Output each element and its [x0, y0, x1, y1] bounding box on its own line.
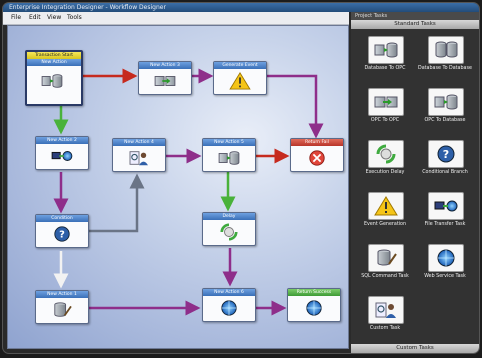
node-title: Return Fail — [291, 139, 343, 146]
tool-label: OPC To OPC — [370, 118, 400, 123]
node-title: Generate Event — [214, 62, 266, 69]
database-to-opc-icon — [374, 40, 398, 60]
node-new-action-4[interactable]: New Action 4 — [112, 138, 166, 172]
conditional-branch-icon — [50, 225, 74, 243]
edge-condition-to-action4 — [88, 173, 145, 233]
menu-view[interactable]: View — [47, 12, 61, 24]
execution-delay-icon — [374, 144, 398, 164]
tab-custom-tasks[interactable]: Custom Tasks — [351, 344, 479, 353]
node-title: New Action 4 — [113, 139, 165, 146]
opc-to-database-icon — [434, 92, 458, 112]
web-service-icon — [434, 248, 458, 268]
file-transfer-icon — [434, 196, 458, 216]
node-title: Return Success — [288, 289, 340, 296]
node-generate-event[interactable]: Generate Event — [213, 61, 267, 95]
opc-to-opc-icon — [153, 72, 177, 90]
tool-opc-to-opc[interactable]: OPC To OPC — [355, 88, 415, 132]
file-transfer-icon — [50, 147, 74, 165]
node-new-action-3[interactable]: New Action 3 — [138, 61, 192, 95]
tool-icon-box — [428, 244, 464, 272]
opc-to-opc-icon — [374, 92, 398, 112]
node-title: Delay — [203, 213, 255, 220]
node-new-action-2[interactable]: New Action 2 — [35, 136, 89, 170]
node-title: New Action 2 — [36, 137, 88, 144]
panel-title: Project Tasks — [351, 12, 479, 20]
node-delay[interactable]: Delay — [202, 212, 256, 246]
node-new-action-1[interactable]: New Action 1 — [35, 290, 89, 324]
node-title: New Action 3 — [139, 62, 191, 69]
tool-icon-box — [368, 244, 404, 272]
node-title: New Action 1 — [36, 291, 88, 298]
node-title: Condition — [36, 215, 88, 222]
tool-icon-box — [368, 140, 404, 168]
tool-file-transfer[interactable]: File Transfer Task — [415, 192, 475, 236]
tool-icon-box — [368, 192, 404, 220]
tool-icon-box — [428, 36, 464, 64]
application-window: Enterprise Integration Designer - Workfl… — [3, 3, 479, 353]
node-new-action-6[interactable]: New Action 6 — [202, 288, 256, 322]
fail-icon — [305, 149, 329, 167]
menu-bar: File Edit View Tools — [3, 12, 349, 25]
tool-web-service[interactable]: Web Service Task — [415, 244, 475, 288]
node-return-success[interactable]: Return Success — [287, 288, 341, 322]
tool-custom-task[interactable]: Custom Task — [355, 296, 415, 340]
tool-label: Conditional Branch — [422, 170, 468, 175]
title-bar: Enterprise Integration Designer - Workfl… — [3, 3, 479, 12]
tool-label: Custom Task — [369, 326, 401, 331]
tool-label: OPC To Database — [424, 118, 466, 123]
tool-icon-box — [368, 88, 404, 116]
execution-delay-icon — [217, 223, 241, 241]
conditional-branch-icon — [434, 144, 458, 164]
node-transaction-start[interactable]: Transaction Start New Action — [25, 50, 83, 106]
node-title: New Action 5 — [203, 139, 255, 146]
edge-generate-to-fail — [264, 74, 324, 139]
tool-database-to-opc[interactable]: Database To OPC — [355, 36, 415, 80]
workflow-canvas[interactable]: Transaction Start New Action New Action … — [7, 25, 349, 349]
tool-icon-box — [428, 88, 464, 116]
tool-label: File Transfer Task — [424, 222, 466, 227]
tool-label: Web Service Task — [424, 274, 466, 279]
project-tasks-panel: Project Tasks Standard Tasks Database To… — [351, 12, 479, 353]
tool-icon-box — [428, 140, 464, 168]
tool-label: Execution Delay — [365, 170, 405, 175]
web-service-icon — [217, 299, 241, 317]
tool-label: Database To Database — [418, 66, 472, 71]
tool-execution-delay[interactable]: Execution Delay — [355, 140, 415, 184]
menu-tools[interactable]: Tools — [67, 12, 82, 24]
node-return-fail[interactable]: Return Fail — [290, 138, 344, 172]
tool-sql-command[interactable]: SQL Command Task — [355, 244, 415, 288]
database-to-database-icon — [434, 40, 458, 60]
opc-to-database-icon — [40, 72, 64, 90]
window-title: Enterprise Integration Designer - Workfl… — [9, 4, 166, 11]
tool-icon-box — [368, 36, 404, 64]
node-title: New Action 6 — [203, 289, 255, 296]
sql-command-icon — [374, 248, 398, 268]
tool-icon-box — [368, 296, 404, 324]
custom-task-icon — [374, 300, 398, 320]
node-new-action-5[interactable]: New Action 5 — [202, 138, 256, 172]
node-condition[interactable]: Condition — [35, 214, 89, 248]
menu-file[interactable]: File — [11, 12, 21, 24]
tool-label: Event Generation — [363, 222, 407, 227]
custom-task-icon — [127, 149, 151, 167]
tool-label: SQL Command Task — [361, 274, 409, 279]
tool-event-generation[interactable]: Event Generation — [355, 192, 415, 236]
warning-icon — [228, 72, 252, 90]
tool-database-to-database[interactable]: Database To Database — [415, 36, 475, 80]
menu-edit[interactable]: Edit — [29, 12, 41, 24]
tool-icon-box — [428, 192, 464, 220]
tab-standard-tasks[interactable]: Standard Tasks — [351, 20, 479, 29]
tool-conditional-branch[interactable]: Conditional Branch — [415, 140, 475, 184]
node-start-title: Transaction Start — [27, 52, 81, 59]
tool-opc-to-database[interactable]: OPC To Database — [415, 88, 475, 132]
node-start-subtitle: New Action — [27, 59, 81, 66]
success-icon — [302, 299, 326, 317]
event-generation-icon — [374, 196, 398, 216]
sql-command-icon — [50, 301, 74, 319]
database-to-opc-icon — [217, 149, 241, 167]
tool-label: Database To OPC — [364, 66, 406, 71]
